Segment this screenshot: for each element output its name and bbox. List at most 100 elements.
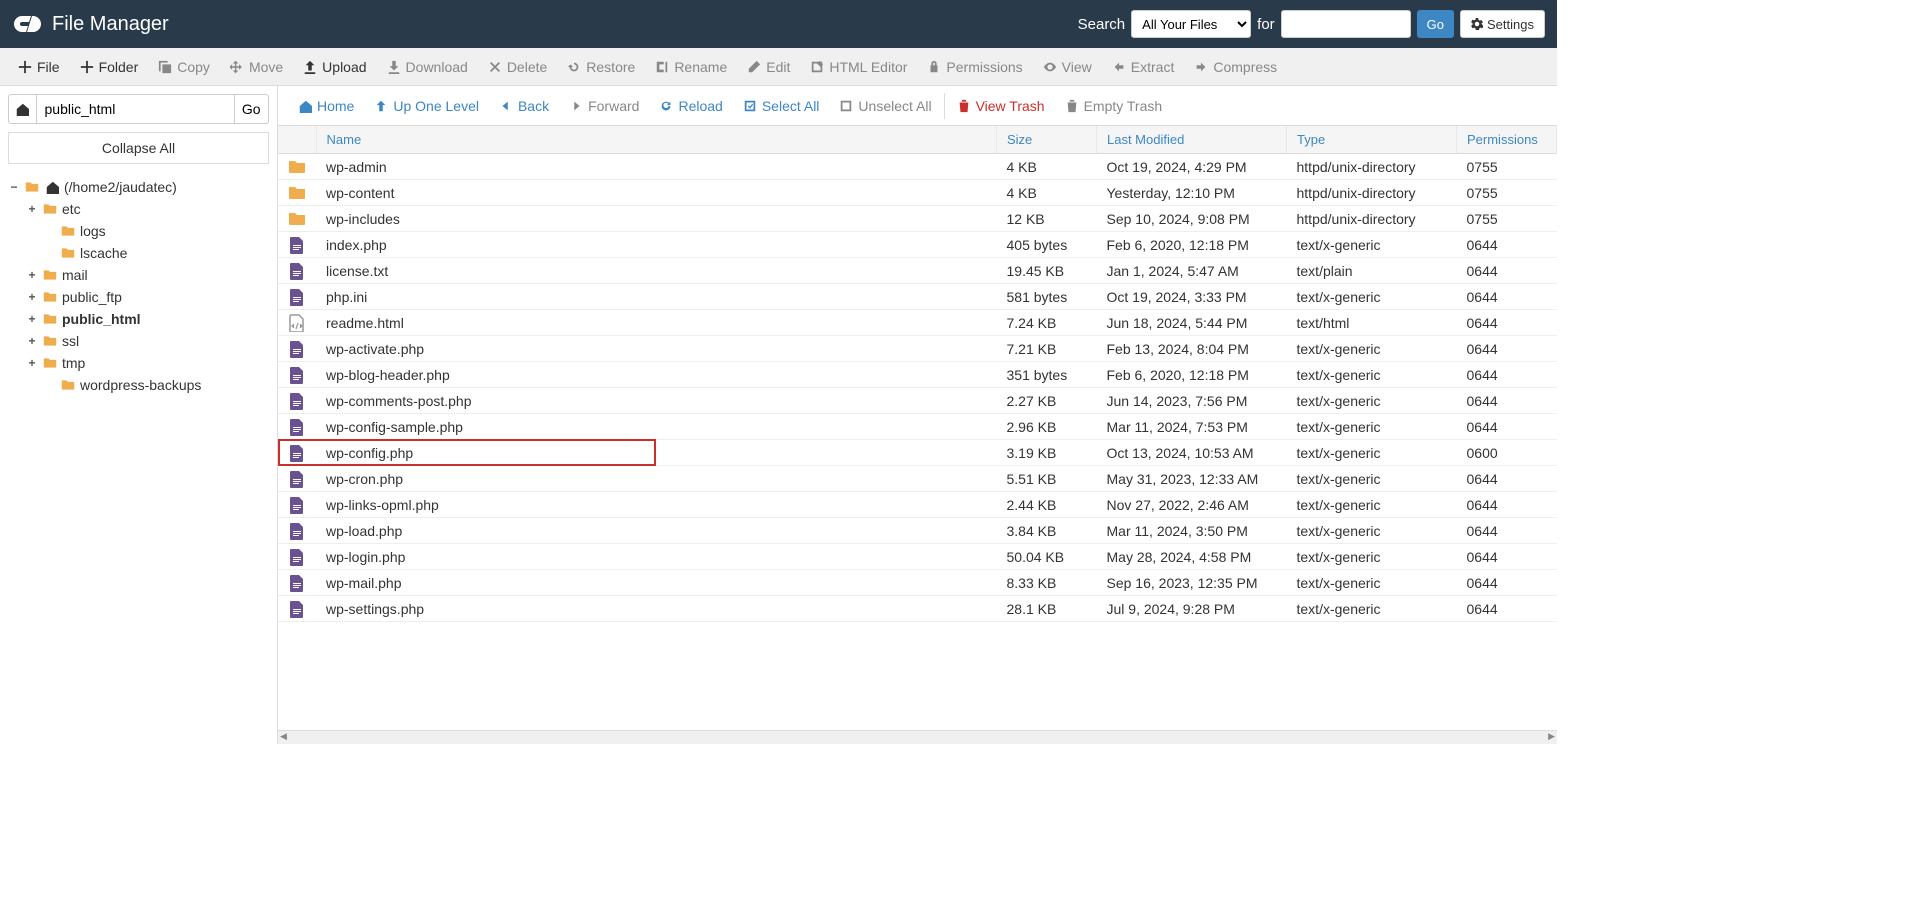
tree-item-wordpress-backups[interactable]: wordpress-backups [44, 374, 277, 396]
horizontal-scrollbar[interactable] [278, 730, 1557, 744]
table-row[interactable]: wp-load.php 3.84 KB Mar 11, 2024, 3:50 P… [278, 518, 1557, 544]
col-type[interactable]: Type [1287, 126, 1457, 154]
tree-toggle-icon[interactable]: + [26, 334, 38, 348]
col-name[interactable]: Name [316, 126, 997, 154]
toolbar-restore[interactable]: Restore [557, 49, 645, 85]
tree-toggle-icon[interactable]: + [26, 312, 38, 326]
col-icon[interactable] [278, 126, 316, 154]
file-permissions: 0644 [1457, 232, 1557, 258]
file-size: 4 KB [997, 154, 1097, 180]
rename-icon [655, 60, 669, 74]
tree-item-public_html[interactable]: +public_html [26, 308, 277, 330]
col-modified[interactable]: Last Modified [1097, 126, 1287, 154]
tree-root[interactable]: − (/home2/jaudatec) [8, 176, 277, 198]
tree-item-ssl[interactable]: + ssl [26, 330, 277, 352]
tree-toggle-icon[interactable]: + [26, 290, 38, 304]
col-permissions[interactable]: Permissions [1457, 126, 1557, 154]
nav-empty-trash[interactable]: Empty Trash [1055, 87, 1173, 125]
toolbar-view[interactable]: View [1033, 49, 1102, 85]
tree-item-mail[interactable]: +mail [26, 264, 277, 286]
toolbar-file[interactable]: File [8, 49, 70, 85]
table-row[interactable]: wp-links-opml.php 2.44 KB Nov 27, 2022, … [278, 492, 1557, 518]
file-modified: May 28, 2024, 4:58 PM [1097, 544, 1287, 570]
table-row[interactable]: wp-login.php 50.04 KB May 28, 2024, 4:58… [278, 544, 1557, 570]
table-row[interactable]: wp-content 4 KB Yesterday, 12:10 PM http… [278, 180, 1557, 206]
nav-select-all[interactable]: Select All [733, 87, 830, 125]
nav-view-trash[interactable]: View Trash [947, 87, 1055, 125]
toolbar-move[interactable]: Move [220, 49, 293, 85]
file-size: 19.45 KB [997, 258, 1097, 284]
file-icon [288, 548, 306, 566]
nav-home[interactable]: Home [288, 87, 364, 125]
nav-toolbar: HomeUp One LevelBackForwardReloadSelect … [278, 86, 1557, 126]
nav-back[interactable]: Back [489, 87, 559, 125]
folder-icon [60, 246, 76, 260]
toolbar-delete[interactable]: Delete [478, 49, 557, 85]
toolbar-rename[interactable]: Rename [645, 49, 737, 85]
file-name: wp-blog-header.php [316, 362, 997, 388]
table-row[interactable]: wp-activate.php 7.21 KB Feb 13, 2024, 8:… [278, 336, 1557, 362]
table-row[interactable]: readme.html 7.24 KB Jun 18, 2024, 5:44 P… [278, 310, 1557, 336]
tree-item-etc[interactable]: +etc [26, 198, 277, 220]
tree-toggle-icon[interactable]: + [26, 202, 38, 216]
search-scope-select[interactable]: All Your Files [1131, 10, 1251, 38]
view-icon [1043, 60, 1057, 74]
table-row[interactable]: wp-comments-post.php 2.27 KB Jun 14, 202… [278, 388, 1557, 414]
compress-icon [1194, 60, 1208, 74]
location-input[interactable] [37, 94, 235, 124]
table-row[interactable]: license.txt 19.45 KB Jan 1, 2024, 5:47 A… [278, 258, 1557, 284]
toolbar-permissions[interactable]: Permissions [917, 49, 1032, 85]
tree-toggle-icon[interactable]: + [26, 356, 38, 370]
search-bar: Search All Your Files for Go Settings [1078, 10, 1545, 38]
file-type: text/x-generic [1287, 388, 1457, 414]
search-go-button[interactable]: Go [1417, 10, 1454, 38]
location-go-button[interactable]: Go [235, 94, 270, 124]
upload-icon [303, 60, 317, 74]
tree-item-public_ftp[interactable]: +public_ftp [26, 286, 277, 308]
table-row[interactable]: wp-config.php 3.19 KB Oct 13, 2024, 10:5… [278, 440, 1557, 466]
toolbar-folder[interactable]: Folder [70, 49, 149, 85]
tree-item-lscache[interactable]: lscache [44, 242, 277, 264]
table-row[interactable]: wp-includes 12 KB Sep 10, 2024, 9:08 PM … [278, 206, 1557, 232]
tree-toggle-icon[interactable]: + [26, 268, 38, 282]
action-toolbar: FileFolderCopyMoveUploadDownloadDeleteRe… [0, 48, 1557, 86]
toolbar-compress[interactable]: Compress [1184, 49, 1287, 85]
nav-unselect-all[interactable]: Unselect All [829, 87, 941, 125]
collapse-all-button[interactable]: Collapse All [8, 132, 269, 164]
table-row[interactable]: wp-blog-header.php 351 bytes Feb 6, 2020… [278, 362, 1557, 388]
nav-forward[interactable]: Forward [559, 87, 649, 125]
search-input[interactable] [1281, 10, 1411, 38]
tree-item-tmp[interactable]: + tmp [26, 352, 277, 374]
table-row[interactable]: wp-settings.php 28.1 KB Jul 9, 2024, 9:2… [278, 596, 1557, 622]
tree-item-label: ssl [62, 333, 79, 349]
nav-reload[interactable]: Reload [649, 87, 732, 125]
tree-toggle-icon[interactable]: − [8, 180, 20, 194]
table-row[interactable]: wp-config-sample.php 2.96 KB Mar 11, 202… [278, 414, 1557, 440]
file-type: httpd/unix-directory [1287, 154, 1457, 180]
table-row[interactable]: wp-admin 4 KB Oct 19, 2024, 4:29 PM http… [278, 154, 1557, 180]
table-row[interactable]: php.ini 581 bytes Oct 19, 2024, 3:33 PM … [278, 284, 1557, 310]
file-type: text/x-generic [1287, 232, 1457, 258]
toolbar-upload[interactable]: Upload [293, 49, 376, 85]
folder-icon [42, 290, 58, 304]
table-row[interactable]: index.php 405 bytes Feb 6, 2020, 12:18 P… [278, 232, 1557, 258]
toolbar-html-editor[interactable]: HTML Editor [800, 49, 917, 85]
toolbar-download[interactable]: Download [377, 49, 478, 85]
col-size[interactable]: Size [997, 126, 1097, 154]
settings-button[interactable]: Settings [1460, 10, 1545, 38]
tree-item-label: tmp [62, 355, 85, 371]
toolbar-extract[interactable]: Extract [1102, 49, 1185, 85]
file-name: wp-config.php [316, 440, 997, 466]
file-modified: Feb 6, 2020, 12:18 PM [1097, 232, 1287, 258]
file-name: wp-admin [316, 154, 997, 180]
table-row[interactable]: wp-mail.php 8.33 KB Sep 16, 2023, 12:35 … [278, 570, 1557, 596]
table-row[interactable]: wp-cron.php 5.51 KB May 31, 2023, 12:33 … [278, 466, 1557, 492]
location-home-button[interactable] [8, 94, 37, 124]
file-permissions: 0644 [1457, 362, 1557, 388]
nav-up-one-level[interactable]: Up One Level [364, 87, 489, 125]
toolbar-copy[interactable]: Copy [148, 49, 220, 85]
file-modified: Jun 18, 2024, 5:44 PM [1097, 310, 1287, 336]
file-type: text/x-generic [1287, 570, 1457, 596]
tree-item-logs[interactable]: logs [44, 220, 277, 242]
toolbar-edit[interactable]: Edit [737, 49, 800, 85]
